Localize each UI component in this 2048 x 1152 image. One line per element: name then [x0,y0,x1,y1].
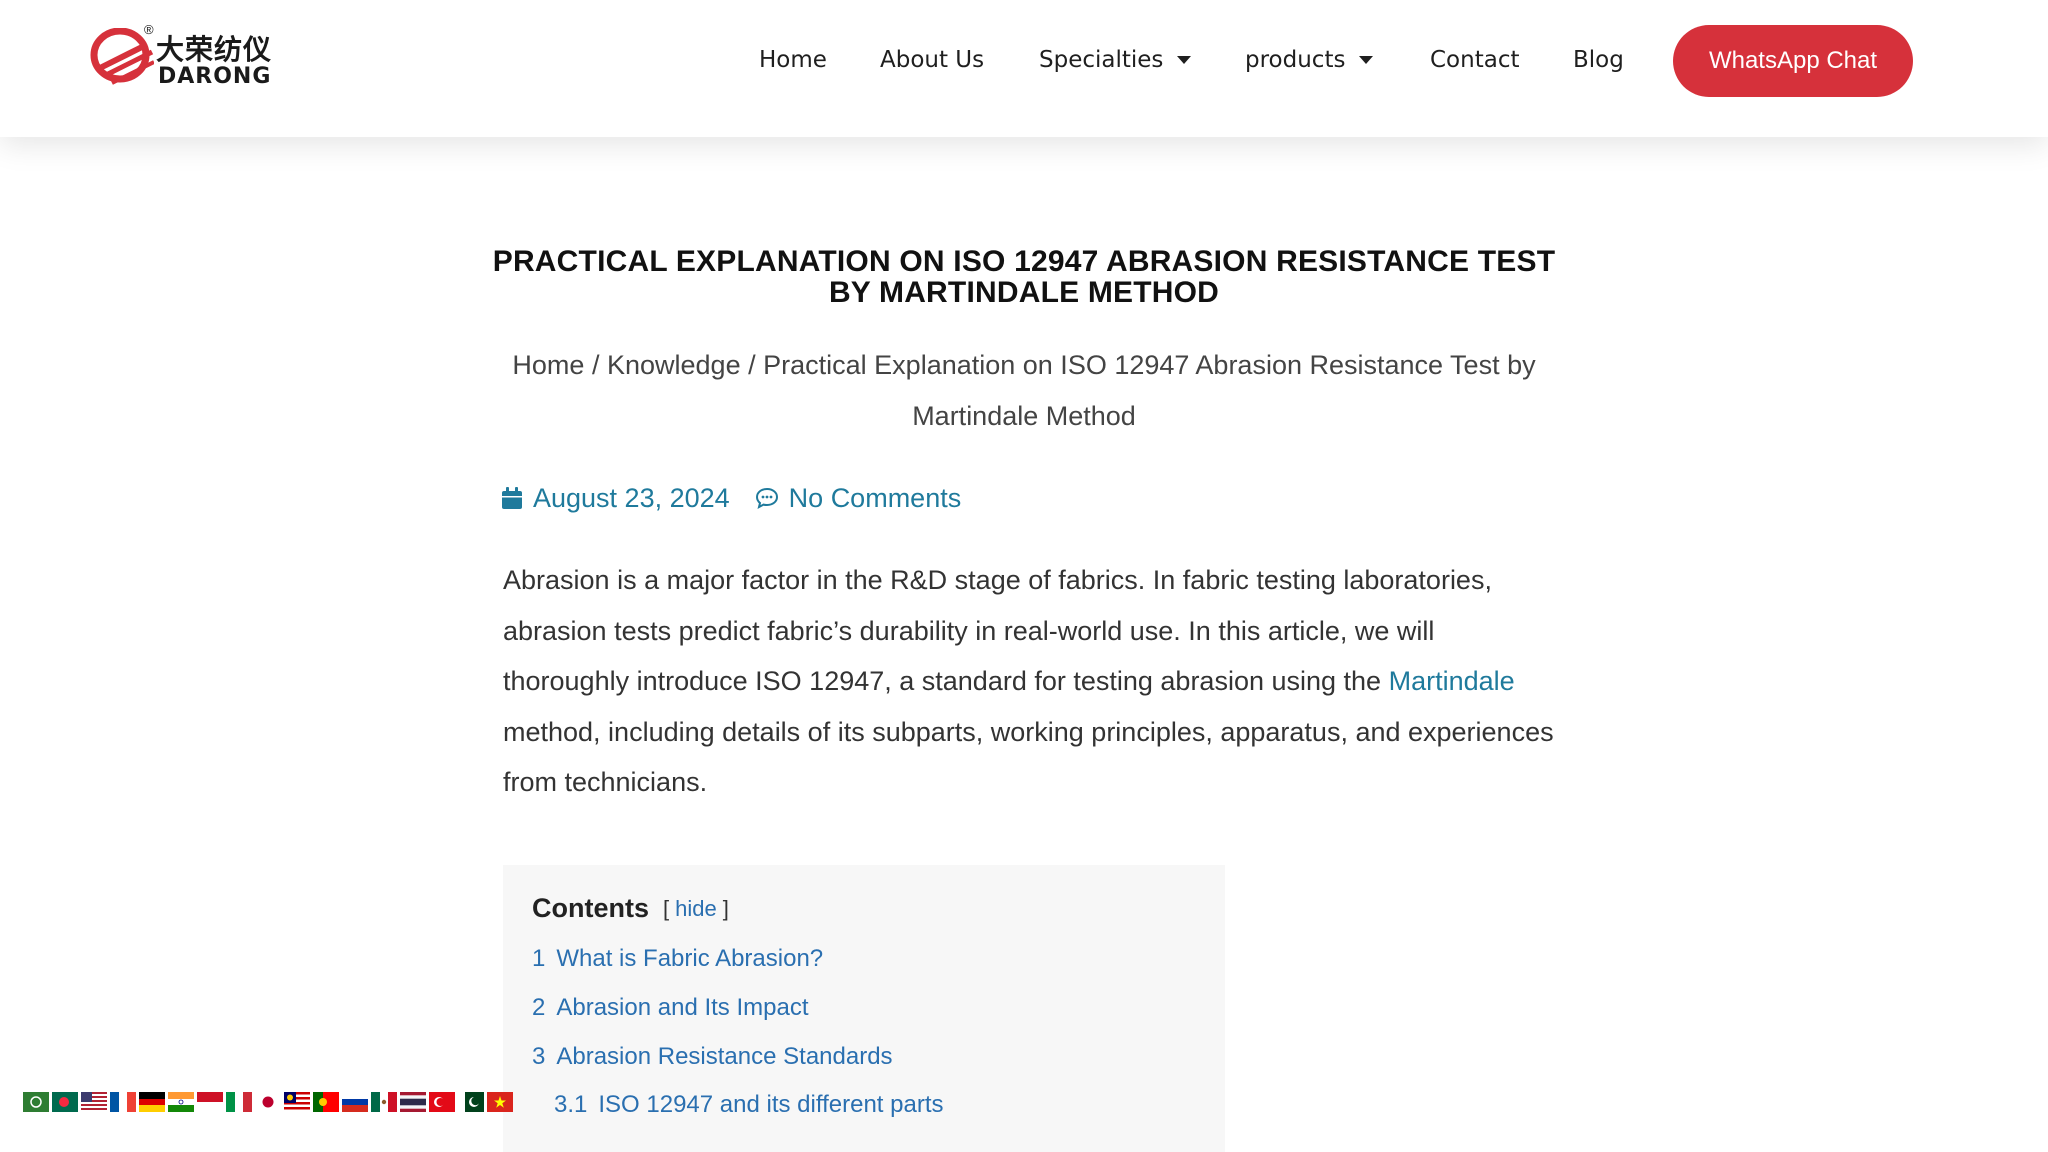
comment-icon [755,487,778,509]
page-title: PRACTICAL EXPLANATION ON ISO 12947 ABRAS… [492,245,1556,309]
flag-thailand-icon[interactable] [400,1092,426,1112]
toc-item-label: Abrasion Resistance Standards [556,1043,893,1070]
chevron-down-icon [1359,55,1374,64]
intro-paragraph: Abrasion is a major factor in the R&D st… [503,555,1563,808]
intro-text-start: Abrasion is a major factor in the R&D st… [503,565,1492,696]
toc-title: Contents [532,893,649,923]
flag-france-icon[interactable] [110,1092,136,1112]
toc-bracket-close: ] [722,895,729,921]
toc-item[interactable]: 2 Abrasion and Its Impact [532,994,809,1022]
intro-text-end: method, including details of its subpart… [503,716,1554,798]
post-meta: August 23, 2024 No Comments [502,478,961,518]
calendar-icon [502,487,522,509]
flag-arabic-icon[interactable] [23,1092,49,1112]
flag-italy-icon[interactable] [226,1092,252,1112]
breadcrumb-knowledge-link[interactable]: Knowledge [607,350,741,380]
nav-products-label: products [1245,47,1346,73]
flag-indonesia-icon[interactable] [197,1092,223,1112]
breadcrumb-current: Practical Explanation on ISO 12947 Abras… [763,350,1536,431]
toc-item-label: Abrasion and Its Impact [556,994,809,1021]
toc-item-number: 2 [532,994,546,1021]
post-date: August 23, 2024 [533,482,730,513]
breadcrumb-separator: / [591,350,600,380]
toc-item[interactable]: 1 What is Fabric Abrasion? [532,945,823,973]
post-date-link[interactable]: August 23, 2024 [502,483,730,514]
toc-header: Contents [hide] [532,893,729,924]
nav-home[interactable]: Home [759,42,827,78]
toc-item-number: 3.1 [554,1091,588,1118]
site-header: ® 大荣纺仪 DARONG Home About Us Specialties … [0,0,2048,137]
nav-about-us[interactable]: About Us [880,42,984,78]
logo-chinese-name: 大荣纺仪 [156,33,273,66]
flag-vietnam-icon[interactable] [487,1092,513,1112]
toc-hide-link[interactable]: hide [675,896,717,921]
flag-malaysia-icon[interactable] [284,1092,310,1112]
site-logo[interactable]: ® 大荣纺仪 DARONG [90,22,280,92]
flag-bangladesh-icon[interactable] [52,1092,78,1112]
flag-japan-icon[interactable] [255,1092,281,1112]
registered-mark: ® [144,22,154,37]
flag-turkey-icon[interactable] [429,1092,455,1112]
nav-contact[interactable]: Contact [1430,42,1519,78]
flag-united-states-icon[interactable] [81,1092,107,1112]
chevron-down-icon [1177,55,1192,64]
nav-blog[interactable]: Blog [1573,42,1624,78]
toc-item-label: ISO 12947 and its different parts [598,1091,944,1118]
flag-germany-icon[interactable] [139,1092,165,1112]
toc-bracket-open: [ [663,895,670,921]
toc-item-number: 1 [532,945,546,972]
toc-item[interactable]: 3 Abrasion Resistance Standards [532,1043,893,1071]
nav-products[interactable]: products [1245,42,1374,78]
breadcrumb: Home / Knowledge / Practical Explanation… [480,340,1568,442]
flag-pakistan-icon[interactable] [458,1092,484,1112]
toc-item-number: 3 [532,1043,546,1070]
martindale-link[interactable]: Martindale [1389,666,1515,696]
flag-mexico-icon[interactable] [371,1092,397,1112]
toc-item-label: What is Fabric Abrasion? [556,945,824,972]
toc-subitem[interactable]: 3.1 ISO 12947 and its different parts [554,1091,943,1119]
post-comments-link[interactable]: No Comments [755,482,962,514]
breadcrumb-separator: / [748,350,756,380]
flag-portugal-icon[interactable] [313,1092,339,1112]
breadcrumb-home-link[interactable]: Home [512,350,584,380]
toc-toggle: [hide] [663,896,729,922]
nav-specialties-label: Specialties [1039,47,1164,73]
post-comments-count: No Comments [788,482,962,513]
table-of-contents: Contents [hide] 1 What is Fabric Abrasion… [503,865,1225,1152]
flag-russia-icon[interactable] [342,1092,368,1112]
logo-english-name: DARONG [158,64,272,89]
flag-india-icon[interactable] [168,1092,194,1112]
whatsapp-chat-button[interactable]: WhatsApp Chat [1673,25,1913,97]
nav-specialties[interactable]: Specialties [1039,42,1192,78]
